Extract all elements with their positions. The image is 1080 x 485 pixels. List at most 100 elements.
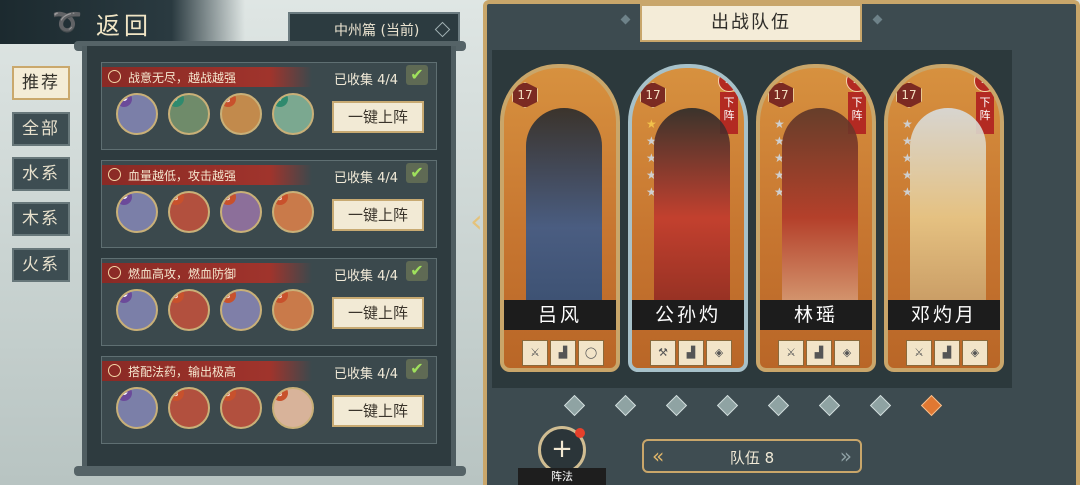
- weapon-icon[interactable]: ⚔: [906, 340, 932, 366]
- hero-avatar[interactable]: §: [220, 387, 262, 429]
- weapon-icon[interactable]: ⚔: [778, 340, 804, 366]
- collected-count: 已收集 4/4: [334, 269, 399, 284]
- tab-all[interactable]: 全部: [12, 112, 70, 146]
- weapon-icon[interactable]: ⚔: [522, 340, 548, 366]
- close-icon[interactable]: ✕: [718, 70, 740, 92]
- collected-count: 已收集 4/4: [334, 73, 399, 88]
- hero-portrait: [526, 108, 602, 308]
- hero-portrait: [782, 108, 858, 308]
- tab-fire[interactable]: 火系: [12, 248, 70, 282]
- check-icon: ✔: [406, 163, 428, 183]
- chapter-label: 中州篇 (当前): [334, 23, 420, 39]
- team-label: 队伍 8: [729, 449, 775, 467]
- tab-wood[interactable]: 木系: [12, 202, 70, 236]
- hero-avatar[interactable]: ♦: [168, 93, 210, 135]
- shield-icon: [108, 364, 121, 377]
- fire-element-icon: §: [170, 193, 184, 205]
- check-icon: ✔: [406, 261, 428, 281]
- fire-element-icon: §: [222, 95, 236, 107]
- yin-yang-icon: ☯: [118, 193, 132, 205]
- star-icon: ★: [774, 117, 785, 131]
- yin-yang-icon: ☯: [118, 95, 132, 107]
- one-click-deploy-button[interactable]: 一键上阵: [332, 101, 424, 133]
- water-element-icon: ♦: [274, 95, 288, 107]
- fire-element-icon: §: [222, 389, 236, 401]
- chevron-double-right-icon[interactable]: »: [840, 444, 852, 468]
- hero-avatar[interactable]: ☯: [116, 387, 158, 429]
- recommend-list[interactable]: 战意无尽，越战越强 已收集 4/4 ✔ ☯ ♦ § ♦ 一键上阵 血量越低，攻击…: [82, 46, 456, 476]
- collected-count: 已收集 4/4: [334, 367, 399, 382]
- shield-icon: [108, 266, 121, 279]
- hero-name: 公孙灼: [632, 300, 744, 330]
- hero-avatar[interactable]: §: [168, 289, 210, 331]
- shield-icon: [108, 168, 121, 181]
- tab-recommend[interactable]: 推荐: [12, 66, 70, 100]
- recommend-card: 血量越低，攻击越强 已收集 4/4 ✔ ☯ § § § 一键上阵: [101, 160, 437, 248]
- notification-dot: [575, 428, 585, 438]
- level-badge: 17: [768, 82, 794, 108]
- boots-icon[interactable]: ▟: [550, 340, 576, 366]
- hero-avatar[interactable]: §: [220, 93, 262, 135]
- ring-icon[interactable]: ◯: [578, 340, 604, 366]
- formation-label: 阵法: [518, 468, 606, 485]
- level-badge: 17: [896, 82, 922, 108]
- check-icon: ✔: [406, 65, 428, 85]
- hero-card[interactable]: 17 ★ ★ ★ ★ ★ ✕ 下阵 邓灼月 ⚔ ▟ ◈: [884, 64, 1004, 372]
- card-ribbon: 燃血高攻，燃血防御: [102, 263, 312, 283]
- hero-card[interactable]: 17 ★ ★ ★ ★ ★ ✕ 下阵 林瑶 ⚔ ▟ ◈: [756, 64, 876, 372]
- boots-icon[interactable]: ▟: [678, 340, 704, 366]
- bracer-icon[interactable]: ◈: [706, 340, 732, 366]
- team-switcher: « 队伍 8 »: [642, 439, 862, 473]
- close-icon[interactable]: ✕: [846, 70, 868, 92]
- hero-avatar[interactable]: §: [272, 289, 314, 331]
- card-ribbon: 搭配法药，输出极高: [102, 361, 312, 381]
- team-title: 出战队伍: [640, 4, 862, 42]
- hero-avatar[interactable]: ☯: [116, 93, 158, 135]
- one-click-deploy-button[interactable]: 一键上阵: [332, 395, 424, 427]
- bracer-icon[interactable]: ◈: [962, 340, 988, 366]
- one-click-deploy-button[interactable]: 一键上阵: [332, 297, 424, 329]
- fire-element-icon: §: [222, 193, 236, 205]
- water-element-icon: ♦: [170, 95, 184, 107]
- scroll-roller-bottom: [74, 466, 466, 476]
- one-click-deploy-button[interactable]: 一键上阵: [332, 199, 424, 231]
- fire-element-icon: §: [222, 291, 236, 303]
- card-desc: 战意无尽，越战越强: [128, 71, 237, 85]
- chevron-left-icon[interactable]: ‹: [470, 203, 492, 239]
- recommend-card: 战意无尽，越战越强 已收集 4/4 ✔ ☯ ♦ § ♦ 一键上阵: [101, 62, 437, 150]
- tab-water[interactable]: 水系: [12, 157, 70, 191]
- hero-avatar[interactable]: ♦: [272, 93, 314, 135]
- fire-element-icon: §: [274, 389, 288, 401]
- hero-avatar[interactable]: §: [168, 191, 210, 233]
- yin-yang-icon: ☯: [118, 291, 132, 303]
- back-button[interactable]: 返回: [96, 6, 152, 41]
- fire-element-icon: §: [170, 291, 184, 303]
- hero-avatar[interactable]: §: [220, 191, 262, 233]
- hero-avatar[interactable]: §: [272, 387, 314, 429]
- bracer-icon[interactable]: ◈: [834, 340, 860, 366]
- card-ribbon: 战意无尽，越战越强: [102, 67, 312, 87]
- hero-avatar[interactable]: ☯: [116, 289, 158, 331]
- card-desc: 燃血高攻，燃血防御: [128, 267, 237, 281]
- boots-icon[interactable]: ▟: [934, 340, 960, 366]
- chapter-selector[interactable]: 中州篇 (当前): [288, 12, 460, 44]
- fire-element-icon: §: [274, 291, 288, 303]
- axe-icon[interactable]: ⚒: [650, 340, 676, 366]
- hero-avatar[interactable]: §: [220, 289, 262, 331]
- back-arrow-icon[interactable]: ➰: [52, 8, 84, 36]
- recommend-card: 燃血高攻，燃血防御 已收集 4/4 ✔ ☯ § § § 一键上阵: [101, 258, 437, 346]
- level-badge: 17: [640, 82, 666, 108]
- hero-name: 林瑶: [760, 300, 872, 330]
- boots-icon[interactable]: ▟: [806, 340, 832, 366]
- hero-name: 吕风: [504, 300, 616, 330]
- hero-avatar[interactable]: ☯: [116, 191, 158, 233]
- diamond-icon: [434, 21, 451, 38]
- hero-avatar[interactable]: §: [168, 387, 210, 429]
- hero-card[interactable]: 17 ★ ★ ★ ★ ★ ✕ 下阵 公孙灼 ⚒ ▟ ◈: [628, 64, 748, 372]
- hero-card[interactable]: 17 吕风 ⚔ ▟ ◯: [500, 64, 620, 372]
- hero-avatar[interactable]: §: [272, 191, 314, 233]
- close-icon[interactable]: ✕: [974, 70, 996, 92]
- hero-portrait: [910, 108, 986, 308]
- card-desc: 搭配法药，输出极高: [128, 365, 237, 379]
- star-icon: ★: [902, 117, 913, 131]
